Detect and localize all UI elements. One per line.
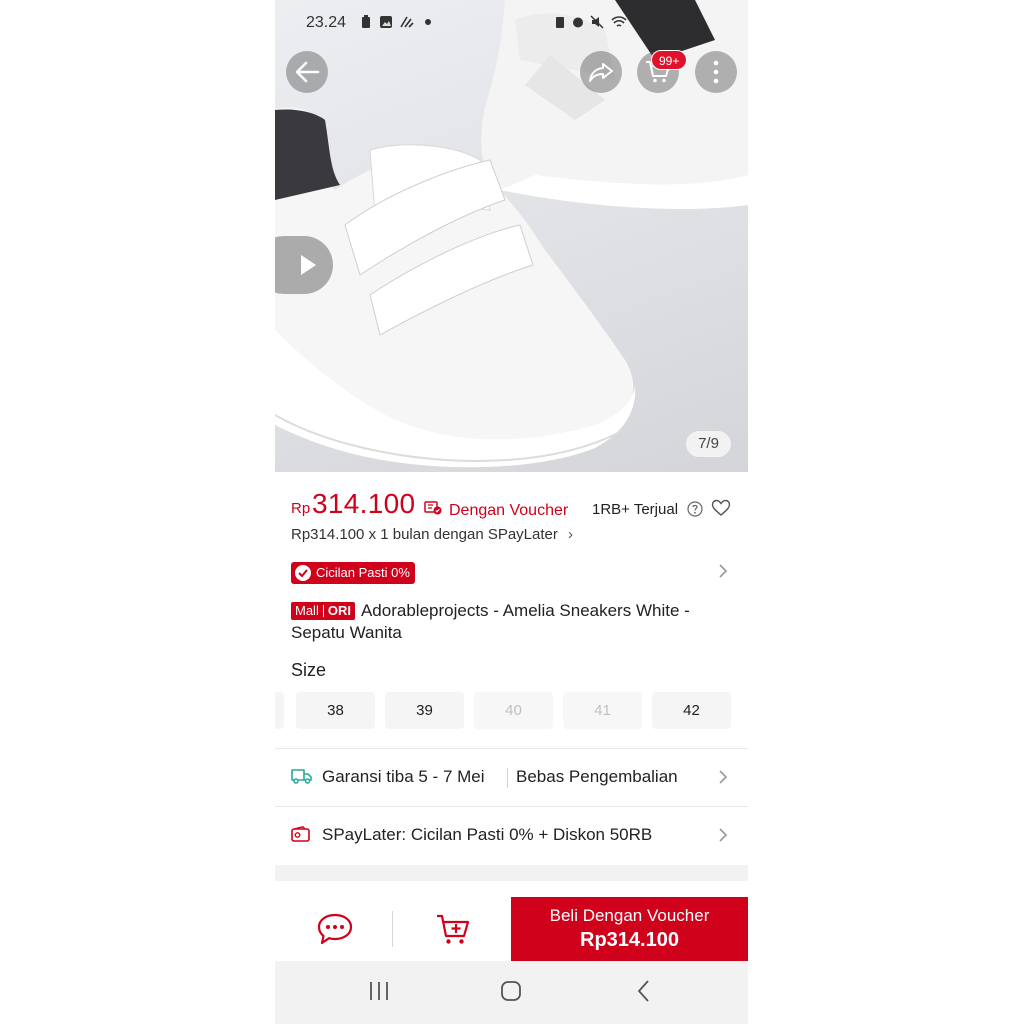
back-icon[interactable] [633, 979, 657, 1003]
shipping-row[interactable]: Garansi tiba 5 - 7 Mei Bebas Pengembalia… [275, 749, 748, 806]
add-to-cart-button[interactable] [433, 911, 473, 947]
cicilan-badge-label: Cicilan Pasti 0% [316, 565, 410, 580]
recent-apps-icon[interactable] [367, 979, 391, 1003]
ori-badge-label: ORI [327, 603, 351, 618]
buy-button-label: Beli Dengan Voucher [549, 906, 710, 925]
cart-count-badge: 99+ [651, 50, 688, 70]
voucher-label[interactable]: Dengan Voucher [449, 502, 568, 520]
status-time: 23.24 [306, 14, 347, 31]
price-currency: Rp [291, 500, 311, 517]
battery-saver-icon [361, 15, 374, 29]
link-icon [399, 15, 414, 29]
share-button[interactable] [580, 51, 622, 93]
size-option-partial[interactable] [275, 692, 284, 729]
help-icon[interactable] [687, 501, 703, 517]
battery-icon [555, 15, 568, 29]
heart-icon[interactable] [711, 499, 731, 517]
chevron-right-icon [719, 828, 728, 842]
sold-count: 1RB+ Terjual [592, 501, 679, 518]
alarm-icon [571, 15, 584, 29]
size-option-40: 40 [474, 692, 553, 729]
notification-dot-icon [425, 19, 431, 25]
more-options-button[interactable] [695, 51, 737, 93]
size-option-41: 41 [563, 692, 642, 729]
chevron-right-icon [719, 770, 728, 784]
shipping-guarantee: Garansi tiba 5 - 7 Mei [322, 767, 485, 786]
chat-icon [317, 913, 353, 945]
wifi-icon [611, 15, 627, 29]
size-option-38[interactable]: 38 [296, 692, 375, 729]
size-option-39[interactable]: 39 [385, 692, 464, 729]
cicilan-badge[interactable]: Cicilan Pasti 0% [291, 562, 415, 584]
installment-info[interactable]: Rp314.100 x 1 bulan dengan SPayLater [291, 526, 558, 543]
share-icon [589, 63, 613, 82]
wallet-icon [291, 826, 310, 842]
price-row: Rp 314.100 Dengan Voucher 1RB+ Terjual [291, 488, 736, 522]
status-bar: 23.24 [275, 0, 748, 46]
chevron-right-icon: › [568, 526, 573, 543]
phone-screen: 23.24 99+ 7/9 Rp 314.100 Dengan Voucher … [275, 0, 748, 1024]
voucher-icon [424, 501, 442, 515]
gallery-icon [379, 15, 392, 29]
buy-with-voucher-button[interactable]: Beli Dengan Voucher Rp314.100 [511, 897, 748, 961]
add-to-cart-icon [437, 914, 470, 944]
home-icon[interactable] [499, 979, 523, 1003]
image-counter: 7/9 [685, 430, 732, 458]
check-badge-icon [295, 565, 311, 581]
chat-button[interactable] [315, 911, 355, 947]
separator [507, 768, 508, 788]
product-image-carousel[interactable]: 23.24 99+ 7/9 [275, 0, 748, 472]
product-title-block: Mall ORI Adorableprojects - Amelia Sneaker… [291, 600, 736, 644]
size-option-42[interactable]: 42 [652, 692, 731, 729]
section-gap [275, 865, 748, 881]
chevron-right-icon[interactable] [718, 563, 728, 579]
spaylater-text: SPayLater: Cicilan Pasti 0% + Diskon 50R… [322, 825, 653, 844]
size-label: Size [291, 660, 327, 680]
buy-button-price: Rp314.100 [580, 929, 679, 951]
more-vertical-icon [713, 60, 719, 84]
back-arrow-icon [295, 61, 320, 83]
spaylater-row[interactable]: SPayLater: Cicilan Pasti 0% + Diskon 50R… [275, 807, 748, 864]
mute-icon [590, 15, 604, 29]
back-button[interactable] [286, 51, 328, 93]
mall-ori-badge: Mall ORI [291, 602, 355, 620]
system-nav-bar [275, 961, 748, 1024]
mall-badge-label: Mall [295, 603, 319, 618]
bottom-action-bar: Beli Dengan Voucher Rp314.100 [275, 897, 748, 961]
truck-icon [291, 769, 312, 784]
price-amount: 314.100 [312, 488, 416, 519]
bar-divider [392, 911, 393, 947]
play-icon [301, 255, 316, 275]
play-video-button[interactable] [275, 236, 333, 294]
free-returns: Bebas Pengembalian [516, 767, 678, 786]
